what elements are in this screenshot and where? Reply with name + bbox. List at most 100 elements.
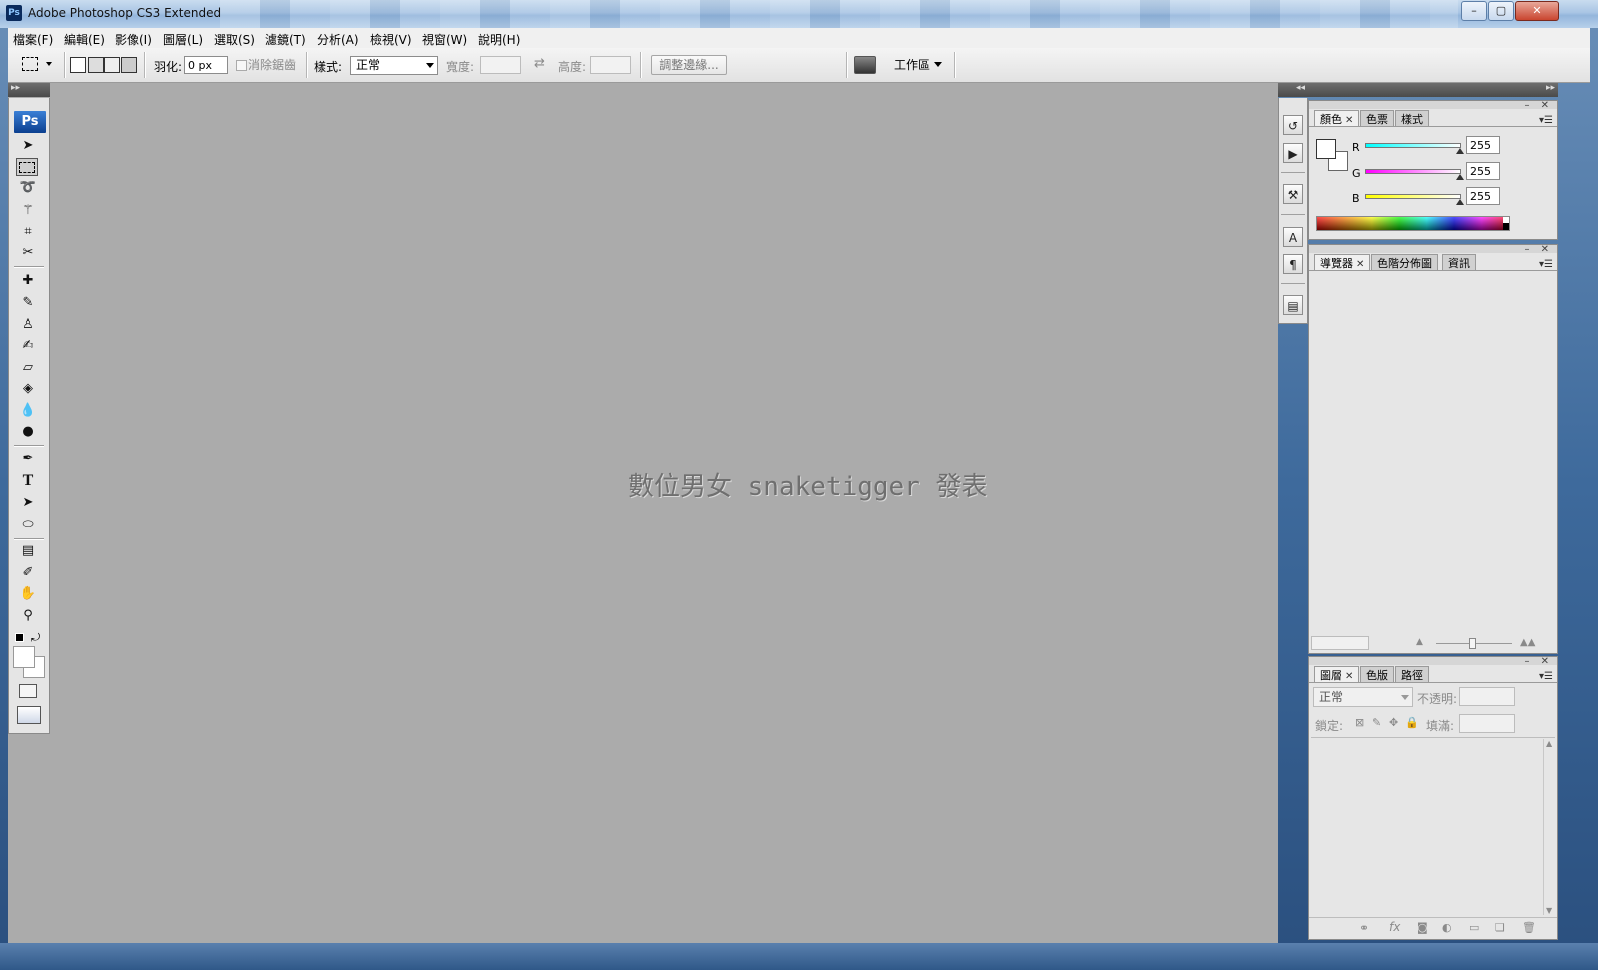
antialias-checkbox[interactable] bbox=[236, 60, 247, 71]
tab-histogram[interactable]: 色階分佈圖 bbox=[1371, 254, 1438, 271]
workspace-chevron-down-icon[interactable] bbox=[934, 62, 942, 67]
link-layers-icon[interactable]: ⚭ bbox=[1359, 921, 1369, 935]
navigator-preview-area[interactable] bbox=[1309, 271, 1557, 631]
slice-tool-icon[interactable]: ✂ bbox=[17, 244, 39, 262]
menu-help[interactable]: 說明(H) bbox=[478, 31, 520, 48]
scroll-down-icon[interactable]: ▼ bbox=[1546, 906, 1552, 915]
color-ramp[interactable] bbox=[1316, 216, 1510, 231]
zoom-tool-icon[interactable]: ⚲ bbox=[17, 607, 39, 625]
adjustment-layer-icon[interactable]: ◐ bbox=[1442, 921, 1452, 934]
channel-b-input[interactable]: 255 bbox=[1466, 187, 1500, 205]
paint-bucket-tool-icon[interactable]: ◈ bbox=[17, 380, 39, 398]
layers-scrollbar[interactable]: ▲ ▼ bbox=[1543, 739, 1556, 915]
channel-g-slider[interactable] bbox=[1365, 169, 1461, 174]
history-brush-tool-icon[interactable]: ✍ bbox=[17, 337, 39, 355]
channel-g-slider-thumb[interactable] bbox=[1456, 174, 1464, 180]
feather-input[interactable]: 0 px bbox=[184, 56, 228, 74]
eyedropper-tool-icon[interactable]: ✐ bbox=[17, 564, 39, 582]
brush-tool-icon[interactable]: ✎ bbox=[17, 294, 39, 312]
panel-window-controls-icon[interactable]: – ✕ bbox=[1524, 656, 1553, 667]
lasso-tool-icon[interactable]: ➰ bbox=[17, 179, 39, 197]
character-panel-icon[interactable]: A bbox=[1283, 227, 1303, 247]
tab-channels[interactable]: 色版 bbox=[1360, 666, 1394, 683]
zoom-in-icon[interactable]: ▲▲ bbox=[1520, 637, 1535, 648]
ps-logo[interactable]: Ps bbox=[14, 111, 46, 133]
notes-tool-icon[interactable]: ▤ bbox=[17, 542, 39, 560]
intersect-selection-icon[interactable] bbox=[121, 57, 137, 73]
healing-brush-tool-icon[interactable]: ✚ bbox=[17, 272, 39, 290]
layer-comps-panel-icon[interactable]: ▤ bbox=[1283, 295, 1303, 315]
crop-tool-icon[interactable]: ⌗ bbox=[17, 223, 39, 241]
refine-edge-button[interactable]: 調整邊緣... bbox=[651, 55, 727, 75]
bridge-icon[interactable] bbox=[854, 56, 876, 74]
tab-navigator[interactable]: 導覽器 ✕ bbox=[1314, 254, 1371, 271]
panel-window-controls-icon[interactable]: – ✕ bbox=[1524, 244, 1553, 255]
subtract-from-selection-icon[interactable] bbox=[104, 57, 120, 73]
screen-mode-icon[interactable] bbox=[17, 706, 41, 724]
dock-header[interactable]: ◂◂ bbox=[1278, 83, 1308, 97]
menu-image[interactable]: 影像(I) bbox=[115, 31, 152, 48]
menu-edit[interactable]: 編輯(E) bbox=[64, 31, 105, 48]
lock-transparent-icon[interactable]: ⊠ bbox=[1355, 716, 1364, 729]
panel-menu-icon[interactable]: ▾☰ bbox=[1539, 259, 1553, 270]
close-button[interactable]: ✕ bbox=[1515, 1, 1559, 21]
tab-swatches[interactable]: 色票 bbox=[1360, 110, 1394, 127]
close-tab-icon[interactable]: ✕ bbox=[1356, 259, 1364, 270]
workspace-button[interactable]: 工作區 bbox=[894, 56, 930, 73]
height-input[interactable] bbox=[590, 56, 631, 74]
new-group-icon[interactable]: ▭ bbox=[1469, 921, 1479, 934]
width-input[interactable] bbox=[480, 56, 521, 74]
panel-menu-icon[interactable]: ▾☰ bbox=[1539, 671, 1553, 682]
panel-menu-icon[interactable]: ▾☰ bbox=[1539, 115, 1553, 126]
marquee-tool-icon[interactable] bbox=[16, 158, 38, 176]
menu-window[interactable]: 視窗(W) bbox=[422, 31, 467, 48]
channel-r-input[interactable]: 255 bbox=[1466, 136, 1500, 154]
photoshop-app-icon[interactable]: Ps bbox=[6, 5, 22, 21]
pen-tool-icon[interactable]: ✒ bbox=[17, 450, 39, 468]
tab-info[interactable]: 資訊 bbox=[1442, 254, 1476, 271]
blur-tool-icon[interactable]: 💧 bbox=[17, 402, 39, 420]
layers-list[interactable] bbox=[1311, 739, 1541, 915]
default-colors-icon[interactable] bbox=[15, 633, 24, 642]
new-layer-icon[interactable]: ❏ bbox=[1495, 921, 1505, 934]
panels-header[interactable]: ▸▸ bbox=[1308, 83, 1558, 97]
actions-panel-icon[interactable]: ▶ bbox=[1283, 143, 1303, 163]
type-tool-icon[interactable]: T bbox=[17, 472, 39, 490]
history-panel-icon[interactable]: ↺ bbox=[1283, 115, 1303, 135]
magic-wand-tool-icon[interactable]: ⚚ bbox=[17, 202, 39, 220]
path-selection-tool-icon[interactable]: ➤ bbox=[17, 494, 39, 512]
scroll-up-icon[interactable]: ▲ bbox=[1546, 739, 1552, 748]
foreground-color-swatch[interactable] bbox=[13, 646, 35, 668]
channel-r-slider-thumb[interactable] bbox=[1456, 148, 1464, 154]
toolbox-header[interactable]: ▸▸ bbox=[8, 83, 50, 97]
canvas-workspace[interactable] bbox=[8, 83, 1278, 943]
minimize-button[interactable]: – bbox=[1461, 1, 1487, 21]
paragraph-panel-icon[interactable]: ¶ bbox=[1283, 254, 1303, 274]
close-tab-icon[interactable]: ✕ bbox=[1345, 671, 1353, 682]
dodge-tool-icon[interactable]: ● bbox=[17, 423, 39, 441]
lock-image-icon[interactable]: ✎ bbox=[1372, 716, 1381, 729]
opacity-input[interactable] bbox=[1459, 687, 1515, 706]
zoom-out-icon[interactable]: ▲ bbox=[1416, 637, 1423, 647]
collapse-dock-icon[interactable]: ◂◂ bbox=[1296, 83, 1305, 93]
menu-view[interactable]: 檢視(V) bbox=[370, 31, 412, 48]
menu-layer[interactable]: 圖層(L) bbox=[163, 31, 203, 48]
channel-b-slider[interactable] bbox=[1365, 194, 1461, 199]
menu-file[interactable]: 檔案(F) bbox=[13, 31, 53, 48]
delete-layer-icon[interactable]: 🗑 bbox=[1522, 921, 1536, 934]
tab-color[interactable]: 顏色 ✕ bbox=[1314, 110, 1360, 127]
style-select[interactable]: 正常 bbox=[350, 56, 438, 75]
foreground-color-swatch[interactable] bbox=[1316, 139, 1336, 159]
marquee-tool-preset-icon[interactable] bbox=[22, 57, 38, 71]
layer-style-icon[interactable]: fx bbox=[1389, 920, 1400, 934]
tab-styles[interactable]: 樣式 bbox=[1395, 110, 1429, 127]
channel-g-input[interactable]: 255 bbox=[1466, 162, 1500, 180]
add-to-selection-icon[interactable] bbox=[88, 57, 104, 73]
new-selection-icon[interactable] bbox=[70, 57, 86, 73]
menu-analysis[interactable]: 分析(A) bbox=[317, 31, 359, 48]
zoom-slider-thumb[interactable] bbox=[1469, 638, 1476, 649]
preset-dropdown-icon[interactable] bbox=[46, 62, 52, 66]
lock-all-icon[interactable]: 🔒 bbox=[1405, 716, 1419, 729]
eraser-tool-icon[interactable]: ▱ bbox=[17, 359, 39, 377]
fill-input[interactable] bbox=[1459, 714, 1515, 733]
